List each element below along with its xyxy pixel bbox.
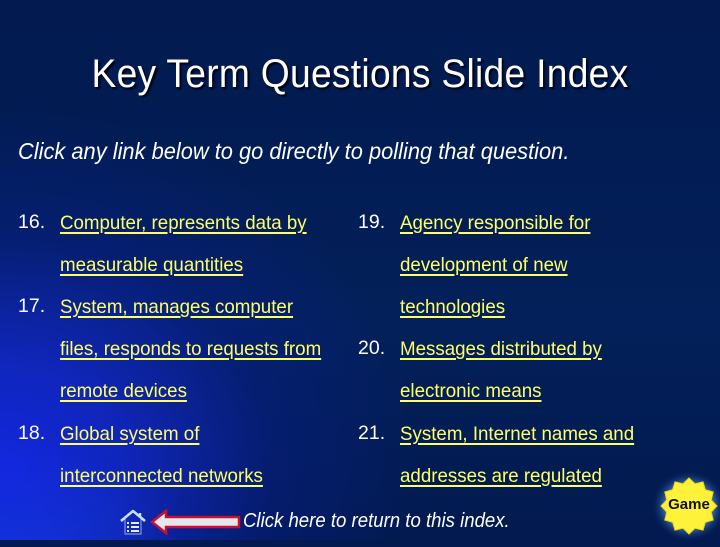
question-number: 17. — [18, 295, 46, 317]
question-link-17[interactable]: remote devices — [60, 379, 321, 421]
question-number: 19. — [358, 211, 386, 233]
question-number: 20. — [358, 337, 386, 359]
question-link-19[interactable]: development of new — [400, 253, 590, 295]
left-arrow-icon[interactable] — [149, 508, 242, 536]
question-link-21[interactable]: System, Internet names and — [400, 422, 634, 464]
question-number: 18. — [18, 422, 46, 444]
game-label: Game — [668, 496, 710, 513]
home-icon[interactable] — [118, 508, 148, 536]
question-link-17[interactable]: System, manages computer — [60, 295, 321, 337]
question-link-18[interactable]: interconnected networks — [60, 464, 263, 506]
question-number: 21. — [358, 422, 386, 444]
question-link-16[interactable]: measurable quantities — [60, 253, 307, 295]
question-link-20[interactable]: electronic means — [400, 379, 602, 421]
instructions: Click any link below to go directly to p… — [18, 138, 570, 164]
question-link-20[interactable]: Messages distributed by — [400, 337, 602, 379]
page-title: Key Term Questions Slide Index — [91, 52, 629, 96]
game-button[interactable]: Game — [651, 470, 720, 542]
question-link-16[interactable]: Computer, represents data by — [60, 211, 307, 253]
question-link-18[interactable]: Global system of — [60, 422, 263, 464]
return-to-index-link[interactable]: Click here to return to this index. — [243, 510, 510, 533]
question-number: 16. — [18, 211, 46, 233]
question-link-21[interactable]: addresses are regulated — [400, 464, 634, 506]
question-link-19[interactable]: technologies — [400, 295, 590, 337]
question-link-19[interactable]: Agency responsible for — [400, 211, 590, 253]
question-link-17[interactable]: files, responds to requests from — [60, 337, 321, 379]
